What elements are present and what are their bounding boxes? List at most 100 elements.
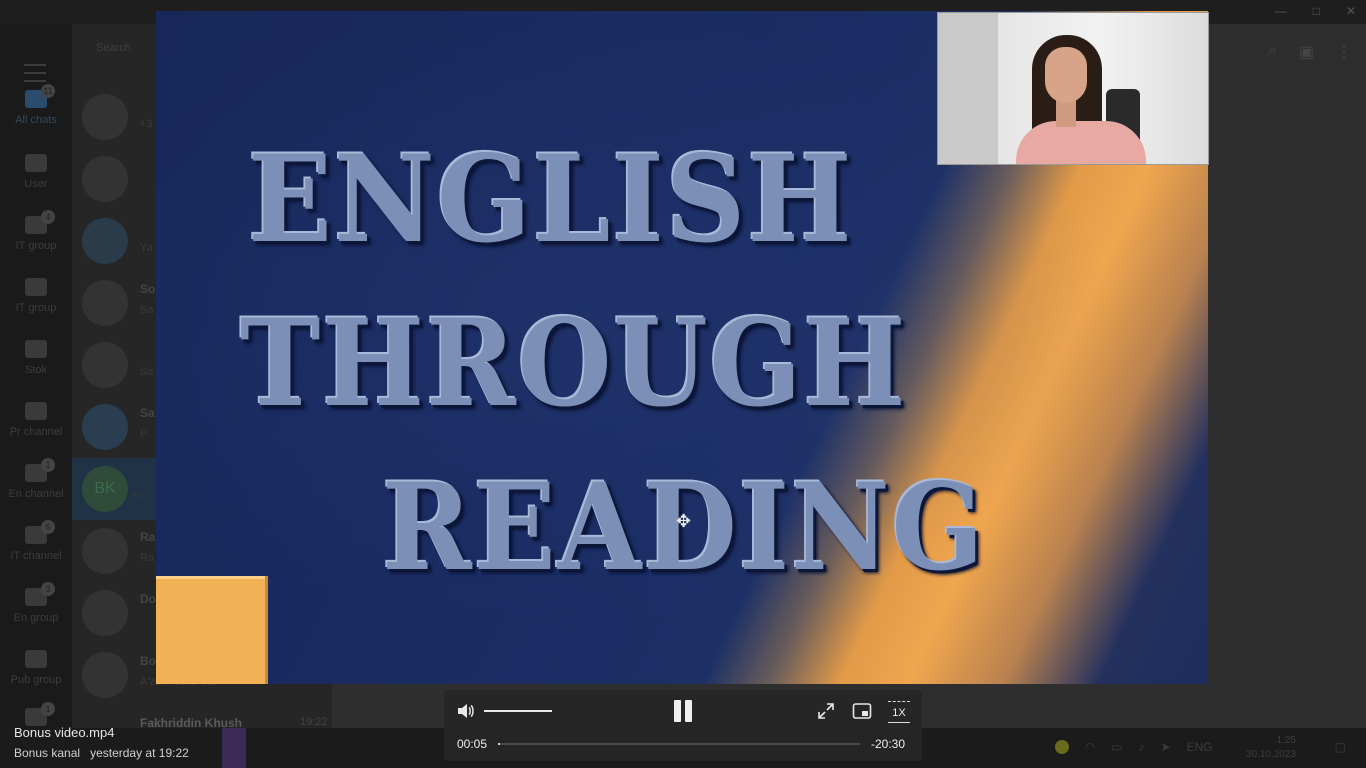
chat-preview: Ya xyxy=(140,242,153,254)
presenter-body xyxy=(1016,121,1146,164)
avatar: BK xyxy=(82,466,128,512)
presenter-webcam-overlay xyxy=(937,12,1209,165)
folder-icon xyxy=(25,340,47,358)
bookmark-avatar xyxy=(82,404,128,450)
folder-user[interactable]: User xyxy=(0,154,72,190)
chat-header-icons: ⌕ ▣ ⋮ xyxy=(1268,42,1352,62)
chat-name: Ra xyxy=(140,530,156,544)
chat-preview: Ra xyxy=(140,552,155,564)
folder-all-chats[interactable]: 11 All chats xyxy=(0,84,72,126)
avatar xyxy=(82,590,128,636)
seek-bar[interactable] xyxy=(498,743,860,745)
chat-preview: Yo xyxy=(130,490,143,502)
folder-label: IT group xyxy=(15,302,57,314)
folder-pr-channel[interactable]: Pr channel xyxy=(0,402,72,438)
folder-pub-group[interactable]: Pub group xyxy=(0,650,72,686)
folder-label: User xyxy=(24,178,48,190)
folder-label: Stok xyxy=(24,364,47,376)
speaker-icon[interactable]: ♪ xyxy=(1139,740,1145,754)
notifications-icon[interactable]: ▢ xyxy=(1335,740,1346,754)
folder-en-group[interactable]: 3 En group xyxy=(0,582,72,624)
file-name: Bonus video.mp4 xyxy=(14,725,115,740)
folder-stok[interactable]: Stok xyxy=(0,340,72,376)
folder-label: IT group xyxy=(15,240,57,252)
folder-label: All chats xyxy=(15,114,57,126)
chat-preview: Sa xyxy=(140,304,154,316)
chat-preview: +3 xyxy=(140,118,153,130)
notification-dot-icon[interactable] xyxy=(1054,740,1069,754)
clock-time: 1:25 xyxy=(1276,735,1296,746)
move-cursor-icon: ✥ xyxy=(676,511,692,531)
search-input[interactable]: Search xyxy=(96,42,131,54)
wifi-icon[interactable]: ◠ xyxy=(1085,740,1095,754)
maximize-icon[interactable]: □ xyxy=(1313,4,1320,18)
avatar xyxy=(82,280,128,326)
folder-label: IT channel xyxy=(10,550,62,562)
current-time: 00:05 xyxy=(457,737,488,751)
sidebar-toggle-icon[interactable]: ▣ xyxy=(1299,42,1314,62)
more-icon[interactable]: ⋮ xyxy=(1336,42,1352,62)
avatar xyxy=(82,94,128,140)
volume-fill xyxy=(484,710,552,712)
seek-bar-fill xyxy=(498,743,501,745)
book-corner-graphic xyxy=(156,576,268,684)
file-meta: Bonus kanal yesterday at 19:22 xyxy=(14,743,189,764)
folder-icon: 6 xyxy=(25,520,55,544)
language-indicator[interactable]: ENG xyxy=(1187,740,1213,754)
chat-bubble-icon: 11 xyxy=(25,84,55,108)
folder-it-channel[interactable]: 6 IT channel xyxy=(0,520,72,562)
picture-in-picture-icon[interactable] xyxy=(852,702,872,720)
folder-icon: 4 xyxy=(25,210,55,234)
avatar xyxy=(82,156,128,202)
presenter-face xyxy=(1045,47,1087,103)
close-icon[interactable]: ✕ xyxy=(1346,4,1356,18)
folder-icon xyxy=(25,650,47,668)
folder-label: Pr channel xyxy=(9,426,63,438)
video-title-line: ENGLISH xyxy=(248,129,854,270)
folder-label: Pub group xyxy=(10,674,62,686)
avatar xyxy=(82,218,128,264)
clock[interactable]: 1:25 30.10.2023 xyxy=(1246,734,1296,762)
clock-date: 30.10.2023 xyxy=(1245,749,1296,760)
menu-icon[interactable] xyxy=(24,64,46,82)
folder-label: En group xyxy=(13,612,59,624)
chat-name: Do xyxy=(140,592,156,606)
window-controls: — □ ✕ xyxy=(1275,4,1356,18)
battery-icon[interactable]: ▭ xyxy=(1111,740,1122,754)
folder-sidebar: 11 All chats User 4 IT group IT group St… xyxy=(0,24,72,728)
avatar xyxy=(82,342,128,388)
minimize-icon[interactable]: — xyxy=(1275,4,1287,18)
folder-icon xyxy=(25,402,47,420)
search-icon[interactable]: ⌕ xyxy=(1268,42,1277,62)
folder-icon xyxy=(25,278,47,296)
folder-it-group[interactable]: 4 IT group xyxy=(0,210,72,252)
file-date: yesterday at 19:22 xyxy=(90,746,189,760)
video-title-line: THROUGH xyxy=(240,293,908,434)
pause-button[interactable] xyxy=(672,700,694,724)
volume-icon[interactable] xyxy=(456,702,474,720)
folder-icon xyxy=(25,154,47,172)
folder-icon: 3 xyxy=(25,582,55,606)
chat-preview: Sa xyxy=(140,366,154,378)
chat-name: Sa xyxy=(140,406,155,420)
volume-slider[interactable] xyxy=(484,710,552,712)
chat-time: 19:22 xyxy=(300,716,328,728)
folder-icon: 1 xyxy=(25,458,55,482)
folder-label: En channel xyxy=(8,488,64,500)
playback-speed-button[interactable]: 1X xyxy=(888,701,910,723)
folder-it-group-2[interactable]: IT group xyxy=(0,278,72,314)
avatar xyxy=(82,528,128,574)
player-controls: 1X 00:05 -20:30 xyxy=(444,690,922,761)
folder-en-channel[interactable]: 1 En channel xyxy=(0,458,72,500)
file-info: Bonus video.mp4 Bonus kanal yesterday at… xyxy=(14,722,189,764)
system-tray: ◠ ▭ ♪ ➤ ENG ▢ xyxy=(1054,740,1346,754)
telegram-tray-icon[interactable]: ➤ xyxy=(1161,740,1171,754)
chat-name: So xyxy=(140,282,156,296)
chat-preview: P xyxy=(140,428,148,440)
taskbar-app-icon[interactable] xyxy=(222,728,246,768)
chat-name: Bo xyxy=(140,654,156,668)
file-source[interactable]: Bonus kanal xyxy=(14,746,80,760)
remaining-time: -20:30 xyxy=(871,737,906,751)
avatar xyxy=(82,652,128,698)
fullscreen-icon[interactable] xyxy=(817,702,835,720)
